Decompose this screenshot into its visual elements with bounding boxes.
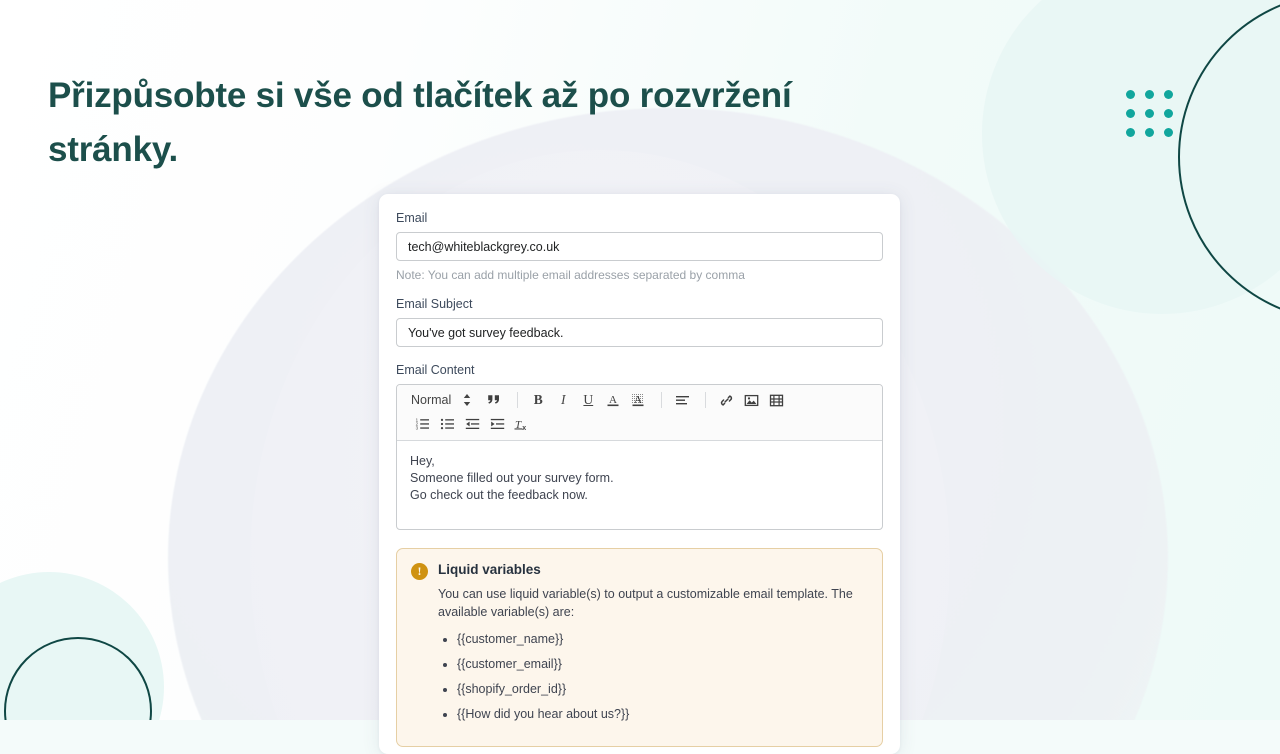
format-select-value: Normal <box>411 393 452 407</box>
toolbar-group-format: Normal <box>403 390 508 410</box>
list-item: {{customer_email}} <box>457 655 867 673</box>
indent-icon[interactable] <box>486 414 508 434</box>
email-input[interactable] <box>396 232 883 261</box>
outdent-icon[interactable] <box>461 414 483 434</box>
page-title: Přizpůsobte si vše od tlačítek až po roz… <box>48 76 792 170</box>
svg-text:A: A <box>634 394 642 406</box>
email-subject-input[interactable] <box>396 318 883 347</box>
email-content-line: Hey, <box>410 454 435 468</box>
liquid-variable-list: {{customer_name}} {{customer_email}} {{s… <box>438 630 867 723</box>
dot-grid-icon <box>1126 90 1183 147</box>
warning-icon: ! <box>411 563 428 580</box>
toolbar-row-2: 1 2 3 T x <box>403 413 876 435</box>
svg-text:A: A <box>609 394 617 406</box>
email-content-body[interactable]: Hey, Someone filled out your survey form… <box>397 441 882 529</box>
notice-title: Liquid variables <box>438 562 541 577</box>
background-color-icon[interactable]: A <box>627 390 649 410</box>
link-icon[interactable] <box>715 390 737 410</box>
align-left-icon[interactable] <box>671 390 693 410</box>
toolbar-separator <box>705 392 707 408</box>
editor-toolbar: Normal B I U A A 1 2 3 T x <box>397 385 882 441</box>
email-subject-label: Email Subject <box>396 297 473 311</box>
chevron-updown-icon <box>463 393 471 407</box>
underline-icon[interactable]: U <box>577 390 599 410</box>
ordered-list-icon[interactable]: 1 2 3 <box>411 414 433 434</box>
notice-description: You can use liquid variable(s) to output… <box>438 587 853 619</box>
image-icon[interactable] <box>740 390 762 410</box>
toolbar-separator <box>517 392 519 408</box>
text-color-icon[interactable]: A <box>602 390 624 410</box>
toolbar-group-insert <box>715 390 790 410</box>
email-content-line: Someone filled out your survey form. <box>410 471 614 485</box>
blockquote-icon[interactable] <box>483 390 505 410</box>
liquid-variables-notice: ! Liquid variables You can use liquid va… <box>396 548 883 747</box>
italic-icon[interactable]: I <box>552 390 574 410</box>
notice-content: Liquid variables You can use liquid vari… <box>438 562 867 730</box>
video-icon[interactable] <box>765 390 787 410</box>
email-content-label: Email Content <box>396 363 475 377</box>
bullet-list-icon[interactable] <box>436 414 458 434</box>
toolbar-separator <box>661 392 663 408</box>
email-field-hint: Note: You can add multiple email address… <box>396 268 745 282</box>
clear-format-icon[interactable]: T x <box>511 414 533 434</box>
email-settings-card: Email Note: You can add multiple email a… <box>379 194 900 754</box>
svg-text:x: x <box>522 425 526 432</box>
format-select[interactable]: Normal <box>403 393 475 407</box>
toolbar-group-lists: 1 2 3 T x <box>403 414 536 434</box>
list-item: {{shopify_order_id}} <box>457 680 867 698</box>
list-item: {{customer_name}} <box>457 630 867 648</box>
svg-text:3: 3 <box>415 426 418 431</box>
email-content-line: Go check out the feedback now. <box>410 488 588 502</box>
toolbar-row-1: Normal B I U A A <box>403 389 876 411</box>
toolbar-group-align <box>671 390 696 410</box>
bold-icon[interactable]: B <box>527 390 549 410</box>
email-content-editor: Normal B I U A A 1 2 3 T x Hey, Someone … <box>396 384 883 530</box>
email-field-label: Email <box>396 211 428 225</box>
toolbar-group-inline: B I U A A <box>527 390 652 410</box>
list-item: {{How did you hear about us?}} <box>457 705 867 723</box>
